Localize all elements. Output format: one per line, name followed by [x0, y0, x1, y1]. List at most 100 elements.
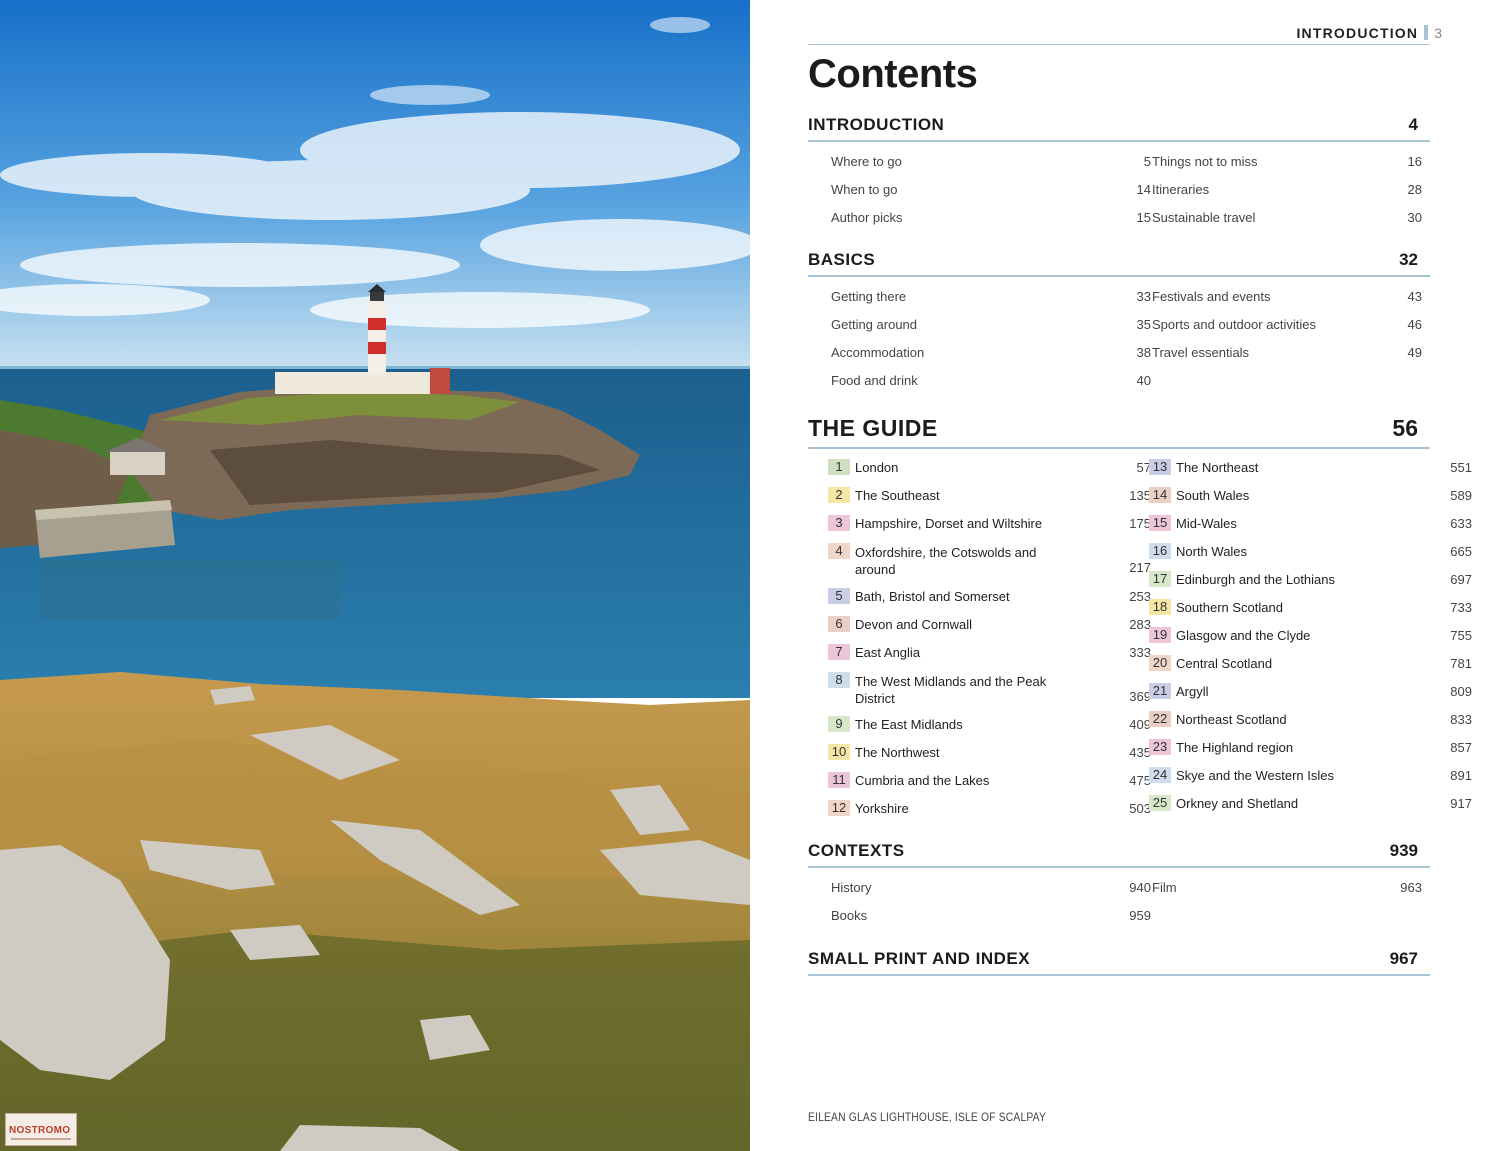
entry-title: Sustainable travel — [1152, 210, 1256, 225]
entry-page: 5 — [1143, 154, 1151, 169]
section-label[interactable]: CONTEXTS — [808, 841, 905, 861]
chapter-title: South Wales — [1176, 488, 1250, 503]
chapter-number-badge: 3 — [828, 515, 850, 531]
chapter-title: London — [855, 460, 899, 475]
entry-title: Food and drink — [831, 373, 918, 388]
chapter-title: Hampshire, Dorset and Wiltshire — [855, 516, 1043, 531]
entry-page: 28 — [1407, 182, 1422, 197]
entry-page: 38 — [1136, 345, 1151, 360]
chapter-page: 891 — [1450, 768, 1472, 783]
chapter-title: Argyll — [1176, 684, 1209, 699]
entry-page: 14 — [1136, 182, 1151, 197]
chapter-number-badge: 23 — [1149, 739, 1171, 755]
entry-title: Books — [831, 908, 868, 923]
chapter-number-badge: 13 — [1149, 459, 1171, 475]
chapter-number-badge: 9 — [828, 716, 850, 732]
section-label[interactable]: THE GUIDE — [808, 415, 938, 442]
section-header: SMALL PRINT AND INDEX 967 — [808, 948, 1430, 976]
section-small-print: SMALL PRINT AND INDEX 967 — [808, 948, 1430, 976]
section-label[interactable]: INTRODUCTION — [808, 115, 944, 135]
chapter-title: Edinburgh and the Lothians — [1176, 572, 1336, 587]
chapter-page: 809 — [1450, 684, 1472, 699]
chapter-page: 665 — [1450, 544, 1472, 559]
chapter-number-badge: 21 — [1149, 683, 1171, 699]
chapter-number-badge: 24 — [1149, 767, 1171, 783]
chapter-page: 551 — [1450, 460, 1472, 475]
running-header-bar — [1424, 25, 1429, 40]
section-contexts: CONTEXTS 939 — [808, 840, 1430, 868]
cover-photo-lighthouse: NOSTROMO — [0, 0, 750, 1151]
entry-page: 43 — [1407, 289, 1422, 304]
photo-caption: EILEAN GLAS LIGHTHOUSE, ISLE OF SCALPAY — [808, 1110, 1047, 1124]
chapter-page: 175 — [1129, 516, 1151, 531]
stamp-text: NOSTROMO — [9, 1125, 71, 1136]
chapter-page: 135 — [1129, 488, 1151, 503]
entry-title: Travel essentials — [1152, 345, 1250, 360]
chapter-number-badge: 2 — [828, 487, 850, 503]
nostromo-stamp: NOSTROMO — [5, 1113, 77, 1146]
chapter-number-badge: 4 — [828, 543, 850, 559]
section-page: 939 — [1389, 841, 1418, 860]
chapter-number-badge: 22 — [1149, 711, 1171, 727]
chapter-title: Skye and the Western Isles — [1176, 768, 1335, 783]
chapter-number-badge: 8 — [828, 671, 850, 688]
section-header: THE GUIDE 56 — [808, 413, 1430, 449]
chapter-page: 589 — [1450, 488, 1472, 503]
chapter-number-badge: 17 — [1149, 571, 1171, 587]
entry-title: Author picks — [831, 210, 903, 225]
chapter-title: The Northeast — [1176, 460, 1259, 475]
entry-title: Sports and outdoor activities — [1152, 317, 1317, 332]
section-label[interactable]: BASICS — [808, 250, 875, 270]
chapter-number-badge: 18 — [1149, 599, 1171, 615]
section-page: 56 — [1392, 415, 1418, 441]
entry-title: Where to go — [831, 154, 902, 169]
chapter-page: 475 — [1129, 773, 1151, 788]
entry-page: 35 — [1136, 317, 1151, 332]
entry-page: 15 — [1136, 210, 1151, 225]
chapter-page: 333 — [1129, 644, 1151, 660]
running-header: INTRODUCTION 3 — [1296, 25, 1442, 41]
chapter-page: 697 — [1450, 572, 1472, 587]
chapter-number-badge: 11 — [828, 772, 850, 788]
chapter-page: 217 — [1129, 560, 1151, 575]
chapter-title: The Northwest — [855, 745, 940, 760]
entry-page: 30 — [1407, 210, 1422, 225]
section-page: 4 — [1408, 115, 1418, 134]
chapter-number-badge: 14 — [1149, 487, 1171, 503]
section-page: 967 — [1389, 949, 1418, 968]
chapter-title: North Wales — [1176, 544, 1248, 559]
page-title: Contents — [808, 52, 978, 96]
chapter-number-badge: 12 — [828, 800, 850, 816]
chapter-title: East Anglia — [855, 644, 921, 660]
chapter-page: 57 — [1136, 460, 1151, 475]
chapter-page: 833 — [1450, 712, 1472, 727]
entry-title: Itineraries — [1152, 182, 1210, 197]
chapter-number-badge: 6 — [828, 615, 850, 632]
entry-title: Things not to miss — [1152, 154, 1258, 169]
entry-title: History — [831, 880, 872, 895]
chapter-title: The Southeast — [855, 488, 940, 503]
running-header-section: INTRODUCTION — [1296, 25, 1419, 41]
section-label[interactable]: SMALL PRINT AND INDEX — [808, 949, 1030, 969]
entry-page: 940 — [1129, 880, 1151, 895]
chapter-page: 369 — [1129, 688, 1151, 704]
chapter-page: 435 — [1129, 745, 1151, 760]
chapter-number-badge: 15 — [1149, 515, 1171, 531]
chapter-title: Bath, Bristol and Somerset — [855, 588, 1010, 604]
entry-page: 959 — [1129, 908, 1151, 923]
section-header: BASICS 32 — [808, 249, 1430, 277]
chapter-title: Mid-Wales — [1176, 516, 1237, 531]
stamp-rule — [11, 1138, 71, 1140]
chapter-page: 253 — [1129, 588, 1151, 604]
section-page: 32 — [1399, 250, 1418, 269]
entry-title: When to go — [831, 182, 898, 197]
chapter-number-badge: 5 — [828, 587, 850, 604]
chapter-title: Oxfordshire, the Cotswolds and around — [855, 545, 1037, 577]
entry-page: 33 — [1136, 289, 1151, 304]
entry-page: 46 — [1407, 317, 1422, 332]
entry-page: 40 — [1136, 373, 1151, 388]
chapter-title: The East Midlands — [855, 717, 963, 732]
chapter-title: The Highland region — [1176, 740, 1294, 755]
chapter-number-badge: 7 — [828, 643, 850, 660]
chapter-title: Northeast Scotland — [1176, 712, 1287, 727]
